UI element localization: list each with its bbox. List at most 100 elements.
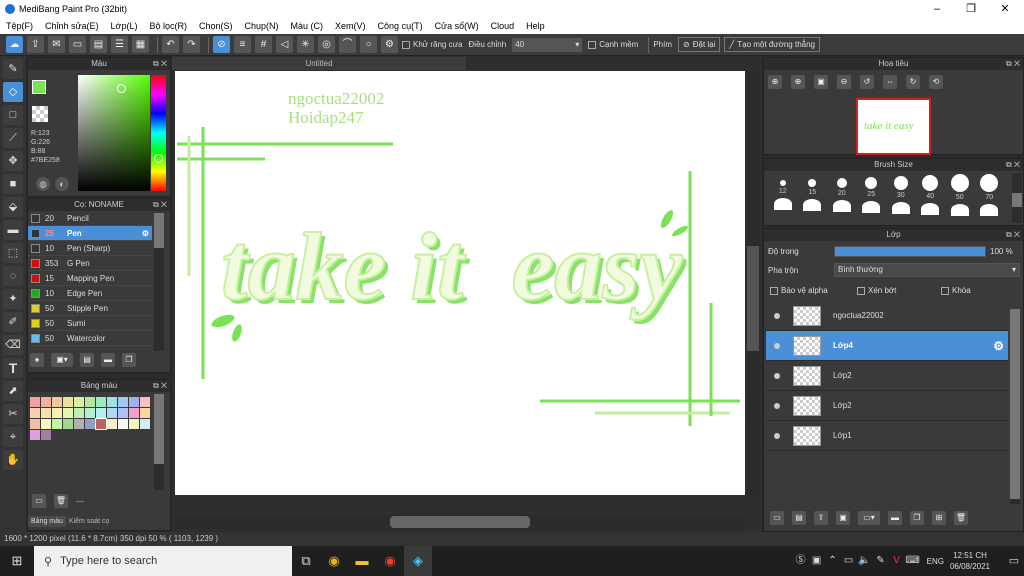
- scrollbar-thumb[interactable]: [390, 516, 530, 528]
- palette-swatch[interactable]: [129, 397, 139, 407]
- import-layer-icon[interactable]: ⇪: [814, 511, 828, 525]
- palette-swatch[interactable]: [74, 397, 84, 407]
- palette-swatch[interactable]: [41, 408, 51, 418]
- straight-line-button[interactable]: ╱ Tạo một đường thẳng: [724, 37, 820, 52]
- brush-size-scrollbar[interactable]: [1012, 173, 1022, 223]
- brush-size-option[interactable]: 20: [827, 174, 857, 220]
- layer-row[interactable]: Lớp1: [766, 421, 1008, 451]
- duplicate-layer-icon[interactable]: ❐: [910, 511, 924, 525]
- keyboard-icon[interactable]: ⌨: [905, 546, 921, 576]
- palette-swatch[interactable]: [107, 408, 117, 418]
- palette-scrollbar[interactable]: [154, 394, 164, 490]
- brush-item[interactable]: 20 Pencil: [28, 211, 152, 226]
- palette-swatch[interactable]: [63, 419, 73, 429]
- clock[interactable]: 12:51 CH 06/08/2021: [950, 550, 990, 572]
- menu-color[interactable]: Màu (C): [291, 21, 324, 31]
- vietkey-icon[interactable]: V: [889, 546, 905, 576]
- brush-item[interactable]: 50 Watercolor: [28, 331, 152, 346]
- tray-icon[interactable]: ▣: [809, 546, 825, 576]
- fit-icon[interactable]: ▣: [814, 75, 828, 89]
- zoom-out-icon[interactable]: ⊖: [837, 75, 851, 89]
- trash-icon[interactable]: 🗑: [954, 511, 968, 525]
- brush-import-icon[interactable]: ▤: [80, 353, 94, 367]
- fill-rect-icon[interactable]: ■: [3, 174, 23, 194]
- brush-item[interactable]: 15 Mapping Pen: [28, 271, 152, 286]
- chrome-icon[interactable]: ◉: [320, 546, 348, 576]
- medibang-app-icon[interactable]: ◈: [404, 546, 432, 576]
- language-indicator[interactable]: ENG: [927, 557, 944, 566]
- brush-menu-icon[interactable]: ▣▾: [51, 353, 73, 367]
- palette-swatch[interactable]: [140, 419, 150, 429]
- palette-swatch[interactable]: [96, 408, 106, 418]
- protect-alpha-toggle[interactable]: Bảo vệ alpha: [770, 286, 828, 295]
- canvas[interactable]: ngoctua22002 Hoidap247 take it easy take…: [175, 71, 745, 495]
- search-box[interactable]: ⚲ Type here to search: [34, 546, 292, 576]
- page-icon[interactable]: ▤: [90, 36, 107, 53]
- zoom-in-icon[interactable]: ⊕: [768, 75, 782, 89]
- palette-swatch[interactable]: [129, 419, 139, 429]
- trash-icon[interactable]: 🗑: [54, 494, 68, 508]
- curve-snap-icon[interactable]: ⌒: [339, 36, 356, 53]
- brush-item[interactable]: 10 Edge Pen: [28, 286, 152, 301]
- zoom-plus-icon[interactable]: ⊕: [791, 75, 805, 89]
- brush-size-option[interactable]: 70: [975, 174, 1005, 220]
- select-pen-icon[interactable]: ✐: [3, 312, 23, 332]
- menu-edit[interactable]: Chỉnh sửa(E): [45, 21, 99, 31]
- duplicate-icon[interactable]: ❐: [122, 353, 136, 367]
- transparent-color-swatch[interactable]: [32, 106, 48, 122]
- palette-swatch[interactable]: [107, 397, 117, 407]
- panel-close-icon[interactable]: ⧉ ✕: [153, 58, 167, 70]
- palette-swatch[interactable]: [74, 419, 84, 429]
- brush-size-option[interactable]: 50: [945, 174, 975, 220]
- blend-select[interactable]: Bình thường ▾: [834, 263, 1020, 277]
- palette-swatch[interactable]: [41, 419, 51, 429]
- task-view-icon[interactable]: ⧉: [292, 546, 320, 576]
- brush-item[interactable]: 50 Stipple Pen: [28, 301, 152, 316]
- menu-cloud[interactable]: Cloud: [491, 21, 515, 31]
- eye-icon[interactable]: [774, 372, 780, 379]
- list-icon[interactable]: ☰: [111, 36, 128, 53]
- select-eraser-icon[interactable]: ⌫: [3, 335, 23, 355]
- volume-icon[interactable]: 🔈: [857, 546, 873, 576]
- merge-layer-icon[interactable]: ⊞: [932, 511, 946, 525]
- palette-swatch[interactable]: [30, 430, 40, 440]
- palette-swatch[interactable]: [52, 419, 62, 429]
- flip-icon[interactable]: ⇔: [883, 75, 897, 89]
- color-wheel-icon[interactable]: ◍: [36, 177, 50, 191]
- move-tool-icon[interactable]: ✥: [3, 151, 23, 171]
- layer-row[interactable]: Lớp2: [766, 391, 1008, 421]
- settings-icon[interactable]: ⚙: [381, 36, 398, 53]
- eraser-tool-icon[interactable]: ◇: [3, 82, 23, 102]
- undo-icon[interactable]: ↶: [162, 36, 179, 53]
- grid-snap-icon[interactable]: #: [255, 36, 272, 53]
- palette-swatch[interactable]: [118, 419, 128, 429]
- tab-brush-control[interactable]: Kiểm soát cọ: [66, 516, 112, 527]
- lasso-icon[interactable]: ◌: [3, 266, 23, 286]
- parallel-snap-icon[interactable]: ≡: [234, 36, 251, 53]
- brush-size-option[interactable]: 30: [886, 174, 916, 220]
- menu-select[interactable]: Chọn(S): [199, 21, 233, 31]
- layer-row[interactable]: ngoctua22002: [766, 301, 1008, 331]
- select-rect-icon[interactable]: ⬚: [3, 243, 23, 263]
- reset-button[interactable]: ⊘ Đặt lại: [678, 37, 721, 52]
- palette-swatch[interactable]: [30, 397, 40, 407]
- comic-icon[interactable]: ▭: [69, 36, 86, 53]
- palette-swatch[interactable]: [52, 408, 62, 418]
- reset-view-icon[interactable]: ⟲: [929, 75, 943, 89]
- antialias-toggle[interactable]: Khử răng cưa: [402, 40, 462, 49]
- network-icon[interactable]: ▭: [841, 546, 857, 576]
- hand-tool-icon[interactable]: ✋: [3, 450, 23, 470]
- palette-swatch[interactable]: [96, 397, 106, 407]
- menu-window[interactable]: Cửa sổ(W): [435, 21, 479, 31]
- palette-swatch[interactable]: [118, 397, 128, 407]
- palette-swatch[interactable]: [41, 397, 51, 407]
- layer-scrollbar[interactable]: [1010, 309, 1020, 504]
- eye-icon[interactable]: [774, 342, 780, 349]
- scrollbar-thumb[interactable]: [1010, 309, 1020, 499]
- palette-swatch[interactable]: [140, 408, 150, 418]
- panel-close-icon[interactable]: ⧉ ✕: [1006, 159, 1020, 171]
- rotate-right-icon[interactable]: ↻: [906, 75, 920, 89]
- clipping-checkbox[interactable]: [857, 286, 865, 295]
- menu-file[interactable]: Tệp(F): [6, 21, 33, 31]
- gear-icon[interactable]: ⚙: [142, 229, 149, 238]
